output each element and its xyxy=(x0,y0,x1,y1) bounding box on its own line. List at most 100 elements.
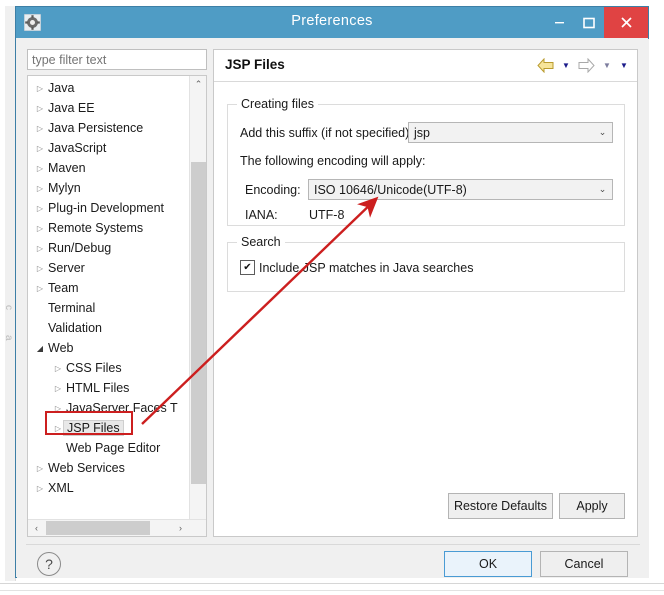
encoding-note: The following encoding will apply: xyxy=(240,154,426,168)
creating-files-group-label: Creating files xyxy=(237,97,318,111)
sidebar-panel: ▷Java▷Java EE▷Java Persistence▷JavaScrip… xyxy=(27,49,207,537)
cancel-button[interactable]: Cancel xyxy=(540,551,628,577)
sidebar-item-label: XML xyxy=(48,481,74,495)
content-header: JSP Files ▼ ▼ ▼ xyxy=(214,50,637,82)
navigation-toolbar: ▼ ▼ ▼ xyxy=(535,55,631,75)
sidebar-item-label: Java xyxy=(48,81,75,95)
forward-arrow-icon[interactable] xyxy=(576,55,597,75)
tree-twisty-collapsed-icon[interactable]: ▷ xyxy=(34,184,46,193)
tree-twisty-collapsed-icon[interactable]: ▷ xyxy=(52,364,64,373)
encoding-label: Encoding: xyxy=(245,183,301,197)
maximize-button[interactable] xyxy=(574,7,604,38)
ok-button[interactable]: OK xyxy=(444,551,532,577)
filter-input[interactable] xyxy=(27,49,207,70)
sidebar-item-web[interactable]: ◢ Web xyxy=(28,338,187,358)
screenshot-root: c a Preferences type filter text ▷ Java … xyxy=(0,0,664,595)
tree-twisty-collapsed-icon[interactable]: ▷ xyxy=(34,204,46,213)
search-group-label: Search xyxy=(237,235,285,249)
iana-value: UTF-8 xyxy=(309,208,345,222)
tree-twisty-collapsed-icon[interactable]: ▷ xyxy=(34,104,46,113)
tree-twisty-collapsed-icon[interactable]: ▷ xyxy=(34,244,46,253)
sidebar-item-validation[interactable]: Validation xyxy=(28,318,187,338)
include-jsp-matches-checkbox-row[interactable]: ✔ Include JSP matches in Java searches xyxy=(240,260,473,275)
sidebar-item-java-persistence[interactable]: ▷ Java Persistence xyxy=(28,118,187,138)
sidebar-item-server[interactable]: ▷ Server xyxy=(28,258,187,278)
sidebar-item-java-ee[interactable]: ▷ Java EE xyxy=(28,98,187,118)
tree-twisty-collapsed-icon[interactable]: ▷ xyxy=(52,384,64,393)
sidebar-item-label: Terminal xyxy=(48,301,96,315)
sidebar-item-run-debug[interactable]: ▷ Run/Debug xyxy=(28,238,187,258)
suffix-dropdown[interactable]: jsp ⌄ xyxy=(408,122,613,143)
sidebar-item-javaserver-faces-t[interactable]: ▷ JavaServer Faces T xyxy=(28,398,187,418)
encoding-dropdown[interactable]: ISO 10646/Unicode(UTF-8) ⌄ xyxy=(308,179,613,200)
sidebar-item-plug-in-development[interactable]: ▷ Plug-in Development xyxy=(28,198,187,218)
view-menu-chevron-down-icon[interactable]: ▼ xyxy=(617,55,631,75)
sidebar-item-web-page-editor[interactable]: Web Page Editor xyxy=(28,438,187,458)
sidebar-item-jsp-files[interactable]: ▷ JSP Files xyxy=(28,418,187,438)
close-button[interactable] xyxy=(604,7,648,38)
sidebar-item-remote-systems[interactable]: ▷ Remote Systems xyxy=(28,218,187,238)
tree-twisty-collapsed-icon[interactable]: ▷ xyxy=(34,464,46,473)
scroll-up-icon[interactable]: ⌃ xyxy=(190,76,206,93)
sidebar-item-label: JavaServer Faces T xyxy=(66,401,178,415)
restore-defaults-button[interactable]: Restore Defaults xyxy=(448,493,553,519)
sidebar-item-label: Validation xyxy=(48,321,102,335)
chevron-down-icon[interactable]: ⌄ xyxy=(593,127,612,138)
page-title: JSP Files xyxy=(225,57,285,72)
tree-twisty-collapsed-icon[interactable]: ▷ xyxy=(34,84,46,93)
sidebar-item-team[interactable]: ▷ Team xyxy=(28,278,187,298)
sidebar-item-web-services[interactable]: ▷ Web Services xyxy=(28,458,187,478)
sidebar-item-javascript[interactable]: ▷ JavaScript xyxy=(28,138,187,158)
tree-vertical-scrollbar[interactable]: ⌃ ⌄ xyxy=(189,76,206,536)
chevron-down-icon[interactable]: ⌄ xyxy=(593,184,612,195)
include-jsp-matches-label: Include JSP matches in Java searches xyxy=(259,260,474,275)
sidebar-item-xml[interactable]: ▷ XML xyxy=(28,478,187,498)
tree-twisty-expanded-icon[interactable]: ◢ xyxy=(34,344,46,353)
sidebar-item-terminal[interactable]: Terminal xyxy=(28,298,187,318)
sidebar-item-label: Java Persistence xyxy=(48,121,144,135)
tree-twisty-collapsed-icon[interactable]: ▷ xyxy=(34,264,46,273)
preferences-tree[interactable]: ▷ Java ▷ Java EE ▷ Java Persistence ▷ JavaScrip… xyxy=(27,75,207,537)
tree-twisty-collapsed-icon[interactable]: ▷ xyxy=(34,284,46,293)
sidebar-item-label: CSS Files xyxy=(66,361,122,375)
sidebar-item-label: Java EE xyxy=(48,101,95,115)
back-history-chevron-down-icon[interactable]: ▼ xyxy=(559,55,573,75)
tree-twisty-collapsed-icon[interactable]: ▷ xyxy=(34,484,46,493)
sidebar-item-java[interactable]: ▷ Java xyxy=(28,78,187,98)
suffix-value: jsp xyxy=(414,125,430,140)
scroll-left-icon[interactable]: ‹ xyxy=(28,520,45,536)
tree-horizontal-scrollbar[interactable]: ‹ › xyxy=(28,519,206,536)
tree-twisty-collapsed-icon[interactable]: ▷ xyxy=(34,124,46,133)
checkbox-checked-icon[interactable]: ✔ xyxy=(240,260,255,275)
sidebar-item-label: JavaScript xyxy=(48,141,107,155)
sidebar-item-label: Web Page Editor xyxy=(66,441,161,455)
sidebar-item-maven[interactable]: ▷ Maven xyxy=(28,158,187,178)
tree-twisty-collapsed-icon[interactable]: ▷ xyxy=(52,404,64,413)
sidebar-item-label: Maven xyxy=(48,161,86,175)
background-divider-1 xyxy=(0,583,664,584)
sidebar-item-label: Server xyxy=(48,261,85,275)
content-panel: JSP Files ▼ ▼ ▼ Creating files Add this … xyxy=(213,49,638,537)
apply-button[interactable]: Apply xyxy=(559,493,625,519)
horizontal-scroll-thumb[interactable] xyxy=(46,521,150,535)
dialog-titlebar[interactable]: Preferences xyxy=(16,7,648,38)
suffix-label: Add this suffix (if not specified): xyxy=(240,126,413,140)
back-arrow-icon[interactable] xyxy=(535,55,556,75)
sidebar-item-label: Run/Debug xyxy=(48,241,112,255)
sidebar-item-label: HTML Files xyxy=(66,381,130,395)
tree-twisty-collapsed-icon[interactable]: ▷ xyxy=(34,144,46,153)
tree-item-list: ▷ Java ▷ Java EE ▷ Java Persistence ▷ JavaScrip… xyxy=(28,78,187,498)
dialog-body: ▷Java▷Java EE▷Java Persistence▷JavaScrip… xyxy=(17,39,649,578)
tree-twisty-collapsed-icon[interactable]: ▷ xyxy=(34,164,46,173)
window-controls xyxy=(544,7,648,38)
vertical-scroll-thumb[interactable] xyxy=(191,162,206,484)
forward-history-chevron-down-icon[interactable]: ▼ xyxy=(600,55,614,75)
tree-twisty-collapsed-icon[interactable]: ▷ xyxy=(34,224,46,233)
sidebar-item-mylyn[interactable]: ▷ Mylyn xyxy=(28,178,187,198)
sidebar-item-html-files[interactable]: ▷ HTML Files xyxy=(28,378,187,398)
help-button[interactable]: ? xyxy=(37,552,61,576)
background-ghost-text-1: c xyxy=(3,305,14,311)
sidebar-item-css-files[interactable]: ▷ CSS Files xyxy=(28,358,187,378)
scroll-right-icon[interactable]: › xyxy=(172,520,189,536)
minimize-button[interactable] xyxy=(544,7,574,38)
